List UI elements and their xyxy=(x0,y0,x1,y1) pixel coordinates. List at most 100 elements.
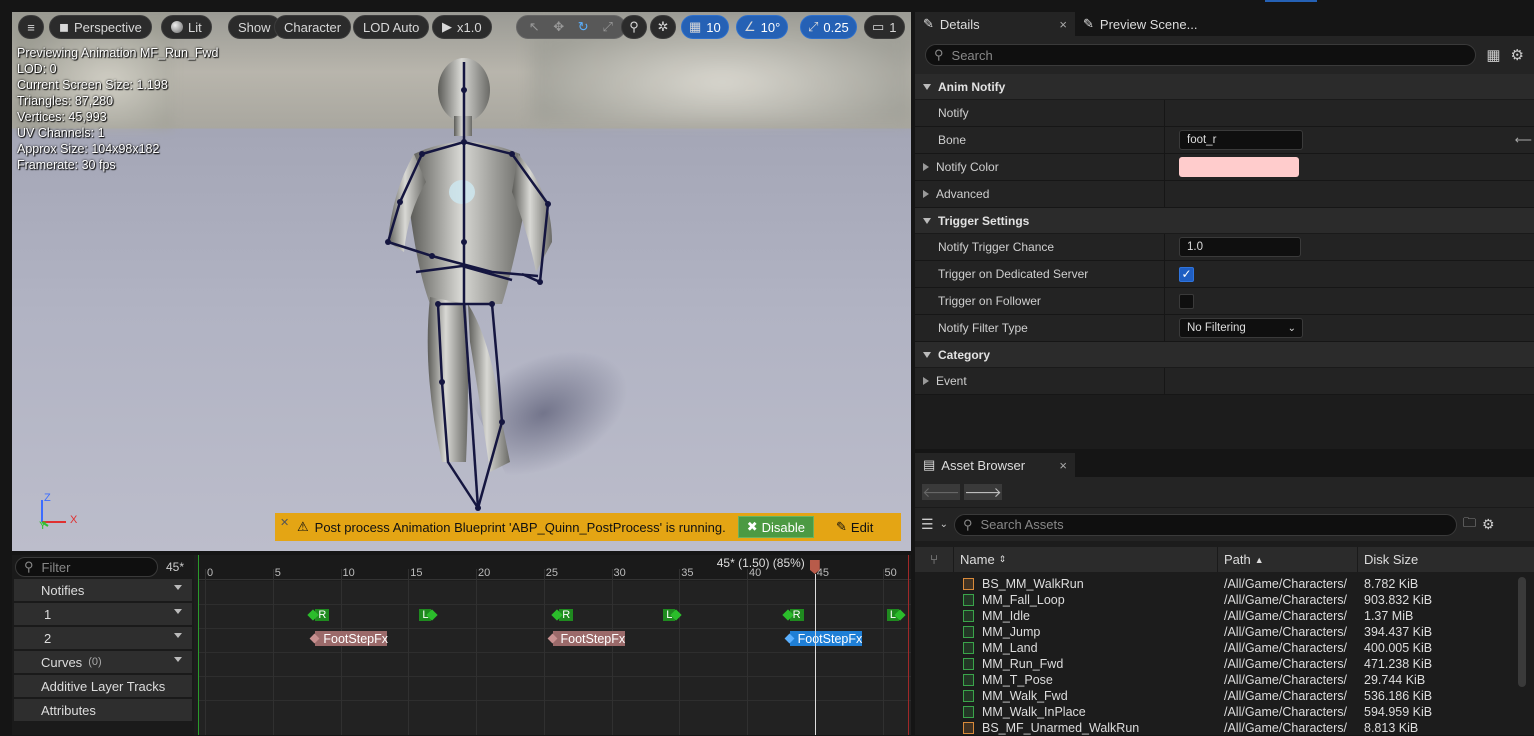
trigger-follower-checkbox[interactable] xyxy=(1179,293,1194,309)
table-view-icon[interactable]: ▦ xyxy=(1486,46,1500,64)
column-header-path[interactable]: Path ▲ xyxy=(1217,547,1357,572)
chevron-right-icon[interactable] xyxy=(923,377,929,385)
timeline-track-header[interactable]: Notifies xyxy=(14,579,192,601)
filter-type-dropdown[interactable]: No Filtering ⌄ xyxy=(1179,318,1303,338)
translate-icon[interactable]: ✥ xyxy=(547,19,572,35)
timeline-track-header[interactable]: Additive Layer Tracks xyxy=(14,675,192,697)
lod-button[interactable]: LOD Auto xyxy=(353,15,430,39)
current-frame-label: 45* xyxy=(166,560,185,574)
section-trigger-settings[interactable]: Trigger Settings xyxy=(915,208,1534,234)
rotation-snap-value: 10° xyxy=(760,19,781,35)
perspective-button[interactable]: ◼ Perspective xyxy=(49,15,152,39)
details-search-input[interactable]: ⚲ Search xyxy=(925,44,1477,66)
notify-color-swatch[interactable] xyxy=(1179,157,1299,177)
scale-icon[interactable]: ⤢ xyxy=(596,19,621,35)
notify-state-bar[interactable]: FootStepFx xyxy=(315,631,388,646)
scale-snap-button[interactable]: ⤢ 0.25 xyxy=(800,15,857,39)
scale-snap-value: 0.25 xyxy=(823,19,849,35)
asset-search-input[interactable]: ⚲ Search Assets xyxy=(953,513,1457,536)
asset-row[interactable]: BS_MF_Unarmed_WalkRun/All/Game/Character… xyxy=(915,720,1534,736)
tab-asset-browser[interactable]: ▤ Asset Browser × xyxy=(915,453,1075,477)
back-button[interactable]: 🡐 xyxy=(922,484,960,500)
timeline-track-header[interactable]: 1 xyxy=(14,603,192,625)
asset-row[interactable]: MM_Jump/All/Game/Characters/394.437 KiB xyxy=(915,624,1534,640)
asset-row[interactable]: MM_Fall_Loop/All/Game/Characters/903.832… xyxy=(915,592,1534,608)
timeline-track-header[interactable]: 2 xyxy=(14,627,192,649)
tab-preview-scene-label: Preview Scene... xyxy=(1099,16,1198,32)
grid-snap-button[interactable]: ▦ 10 xyxy=(681,15,729,39)
asset-row[interactable]: MM_Walk_Fwd/All/Game/Characters/536.186 … xyxy=(915,688,1534,704)
close-icon[interactable]: × xyxy=(1059,17,1067,32)
section-anim-notify[interactable]: Anim Notify xyxy=(915,74,1534,100)
track-label: Curves xyxy=(41,654,83,670)
asset-browser-tabbar: ▤ Asset Browser × xyxy=(915,453,1534,477)
select-icon[interactable]: ↖ xyxy=(522,19,547,35)
tree-view-icon[interactable]: ⑂ xyxy=(915,552,953,567)
chevron-down-icon: ⌄ xyxy=(1287,322,1296,334)
bone-field[interactable]: foot_r xyxy=(1179,130,1303,150)
column-header-name[interactable]: Name ⇕ xyxy=(953,547,1217,572)
tab-details[interactable]: ✎ Details × xyxy=(915,12,1075,36)
surface-snap-button[interactable]: ✲ xyxy=(650,15,676,39)
edit-button[interactable]: ✎ Edit xyxy=(828,516,881,538)
asset-list: BS_MM_WalkRun/All/Game/Characters/8.782 … xyxy=(915,572,1534,736)
chevron-down-icon[interactable] xyxy=(174,585,182,590)
reset-arrow-icon[interactable]: ⟵ xyxy=(1515,133,1532,147)
scale-snap-icon: ⤢ xyxy=(808,19,819,34)
character-button[interactable]: Character xyxy=(274,15,352,39)
column-header-size[interactable]: Disk Size xyxy=(1357,547,1514,572)
timeline-gridline xyxy=(408,569,410,735)
notify-marker[interactable]: L xyxy=(419,608,439,622)
asset-path: /All/Game/Characters/ xyxy=(1224,625,1347,639)
filter-icon[interactable]: ☰ xyxy=(921,516,934,533)
local-space-button[interactable]: ⚲ xyxy=(621,15,647,39)
lit-button[interactable]: Lit xyxy=(161,15,212,39)
chevron-right-icon[interactable] xyxy=(923,163,929,171)
settings-icon[interactable]: ⚙ xyxy=(1511,46,1524,64)
disable-button[interactable]: ✖ Disable xyxy=(737,516,814,538)
show-button[interactable]: Show xyxy=(228,15,281,39)
notify-marker[interactable]: R xyxy=(307,608,330,622)
notify-state-bar[interactable]: FootStepFx xyxy=(789,631,862,646)
timeline-tick-label: 30 xyxy=(613,567,626,579)
tab-asset-browser-label: Asset Browser xyxy=(941,457,1026,473)
forward-button[interactable]: 🡒 xyxy=(964,484,1002,500)
timeline-gridline xyxy=(543,569,545,735)
tab-preview-scene[interactable]: ✎ Preview Scene... xyxy=(1075,12,1205,36)
notify-marker[interactable]: R xyxy=(781,608,804,622)
timeline-track-header[interactable]: Attributes xyxy=(14,699,192,721)
section-category[interactable]: Category xyxy=(915,342,1534,368)
notify-marker[interactable]: L xyxy=(663,608,683,622)
chevron-down-icon[interactable] xyxy=(174,657,182,662)
close-icon[interactable]: ✕ xyxy=(280,516,289,529)
close-icon[interactable]: × xyxy=(1059,458,1067,473)
timeline-track-header[interactable]: Curves (0) xyxy=(14,651,192,673)
chevron-down-icon[interactable]: ⌄ xyxy=(940,519,948,530)
asset-row[interactable]: MM_Land/All/Game/Characters/400.005 KiB xyxy=(915,640,1534,656)
folder-icon[interactable]: 🗀 xyxy=(1463,514,1476,536)
rotation-snap-button[interactable]: ∠ 10° xyxy=(736,15,789,39)
animation-viewport[interactable]: ≡ ◼ Perspective Lit Show Character LOD A… xyxy=(12,12,911,551)
settings-icon[interactable]: ⚙ xyxy=(1482,516,1495,533)
notify-marker[interactable]: R xyxy=(551,608,574,622)
asset-row[interactable]: MM_T_Pose/All/Game/Characters/29.744 KiB xyxy=(915,672,1534,688)
asset-row[interactable]: BS_MM_WalkRun/All/Game/Characters/8.782 … xyxy=(915,576,1534,592)
notify-state-bar[interactable]: FootStepFx xyxy=(552,631,626,646)
play-speed-button[interactable]: ▶ x1.0 xyxy=(432,15,492,39)
dedicated-server-checkbox[interactable]: ✓ xyxy=(1179,266,1194,282)
chevron-down-icon[interactable] xyxy=(174,633,182,638)
notify-marker[interactable]: L xyxy=(886,608,906,622)
asset-row[interactable]: MM_Walk_InPlace/All/Game/Characters/594.… xyxy=(915,704,1534,720)
chevron-down-icon[interactable] xyxy=(174,609,182,614)
notify-label: FootStepFx xyxy=(560,631,626,646)
timeline-filter-input[interactable]: ⚲ Filter xyxy=(15,557,158,577)
rotate-icon[interactable]: ↻ xyxy=(571,19,596,35)
camera-speed-button[interactable]: ▭ 1 xyxy=(864,15,905,39)
chevron-right-icon[interactable] xyxy=(923,190,929,198)
trigger-chance-field[interactable]: 1.0 xyxy=(1179,237,1301,257)
asset-scrollbar[interactable] xyxy=(1518,577,1526,687)
asset-row[interactable]: MM_Run_Fwd/All/Game/Characters/471.238 K… xyxy=(915,656,1534,672)
viewport-menu-button[interactable]: ≡ xyxy=(18,15,44,39)
timeline-tick-label: 5 xyxy=(274,567,281,579)
asset-row[interactable]: MM_Idle/All/Game/Characters/1.37 MiB xyxy=(915,608,1534,624)
